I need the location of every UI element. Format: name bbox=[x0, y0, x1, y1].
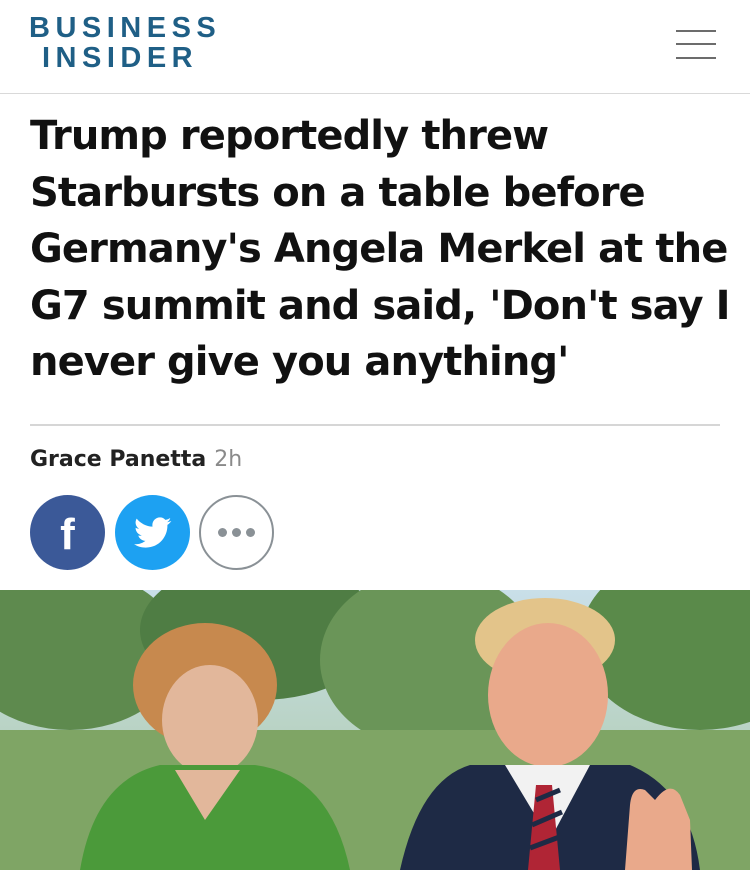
twitter-icon bbox=[133, 516, 171, 548]
publish-time: 2h bbox=[214, 447, 243, 472]
divider bbox=[30, 424, 720, 426]
logo-line-1: BUSINESS bbox=[29, 12, 222, 44]
twitter-share-button[interactable] bbox=[115, 495, 190, 570]
article-photo bbox=[0, 590, 750, 870]
author-name[interactable]: Grace Panetta bbox=[30, 447, 206, 472]
site-header: BUSINESS INSIDER bbox=[0, 0, 750, 94]
facebook-icon: f bbox=[60, 509, 75, 559]
article-headline: Trump reportedly threw Starbursts on a t… bbox=[30, 113, 731, 385]
business-insider-logo[interactable]: BUSINESS INSIDER bbox=[29, 13, 221, 73]
byline: Grace Panetta 2h bbox=[30, 445, 242, 475]
facebook-share-button[interactable]: f bbox=[30, 495, 105, 570]
more-dots-icon bbox=[218, 528, 255, 537]
more-share-options-button[interactable] bbox=[199, 495, 274, 570]
hamburger-menu-icon[interactable] bbox=[676, 30, 716, 60]
logo-line-2: INSIDER bbox=[42, 42, 199, 74]
